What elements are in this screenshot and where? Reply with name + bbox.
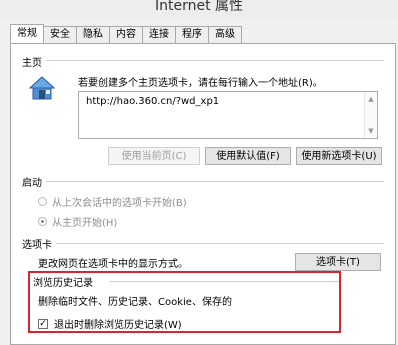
tabs-section-divider xyxy=(56,243,384,244)
tab-content[interactable]: 内容 xyxy=(109,26,143,43)
tabs-settings-button[interactable]: 选项卡(T) xyxy=(295,253,381,271)
radio-home[interactable] xyxy=(38,217,47,226)
tabs-section-label: 选项卡 xyxy=(22,240,52,251)
home-url-value: http://hao.360.cn/?wd_xp1 xyxy=(86,96,220,107)
startup-last-session-option[interactable]: 从上次会话中的选项卡开始(B) xyxy=(38,194,187,209)
home-section-label: 主页 xyxy=(22,58,42,69)
startup-last-session-label: 从上次会话中的选项卡开始(B) xyxy=(52,198,187,209)
scroll-up-icon[interactable]: ▲ xyxy=(365,94,377,104)
window-title: Internet 属性 xyxy=(154,0,244,14)
tab-strip: 常规 安全 隐私 内容 连接 程序 高级 xyxy=(10,24,242,44)
startup-section-label: 启动 xyxy=(22,178,42,189)
home-url-scrollbar[interactable]: ▲ ▼ xyxy=(364,92,377,138)
title-bar: Internet 属性 xyxy=(0,0,398,18)
tab-general[interactable]: 常规 xyxy=(10,24,44,43)
home-icon xyxy=(29,76,55,100)
tab-security[interactable]: 安全 xyxy=(43,26,77,43)
use-current-page-button[interactable]: 使用当前页(C) xyxy=(108,147,200,165)
highlight-frame xyxy=(28,271,341,333)
tab-connections[interactable]: 连接 xyxy=(142,26,176,43)
home-hint-text: 若要创建多个主页选项卡，请在每行输入一个地址(R)。 xyxy=(78,78,323,89)
home-url-textarea[interactable]: http://hao.360.cn/?wd_xp1 ▲ ▼ xyxy=(78,91,378,139)
startup-home-option[interactable]: 从主页开始(H) xyxy=(38,214,117,229)
radio-last-session[interactable] xyxy=(38,197,47,206)
tabs-description: 更改网页在选项卡中的显示方式。 xyxy=(38,259,188,270)
startup-section-divider xyxy=(46,181,384,182)
scroll-down-icon[interactable]: ▼ xyxy=(365,126,377,136)
use-default-button[interactable]: 使用默认值(F) xyxy=(205,147,291,165)
use-new-tab-button[interactable]: 使用新选项卡(U) xyxy=(296,147,382,165)
tab-advanced[interactable]: 高级 xyxy=(208,26,242,43)
tab-programs[interactable]: 程序 xyxy=(175,26,209,43)
home-section-divider xyxy=(46,60,384,61)
tab-privacy[interactable]: 隐私 xyxy=(76,26,110,43)
startup-home-label: 从主页开始(H) xyxy=(52,218,118,229)
